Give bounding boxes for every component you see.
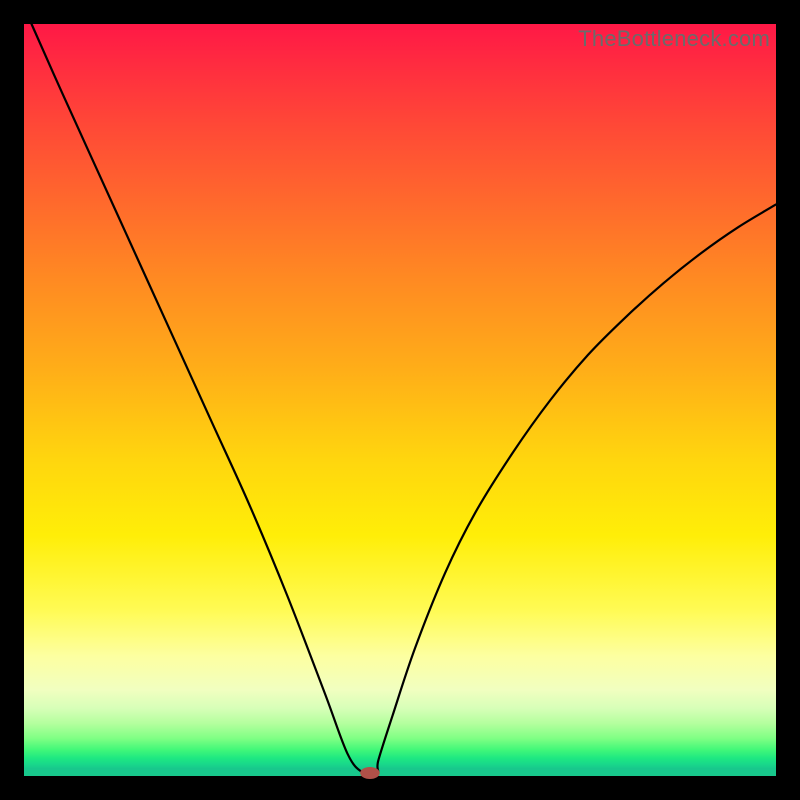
- chart-frame: TheBottleneck.com: [0, 0, 800, 800]
- bottleneck-curve: [24, 24, 776, 776]
- minimum-marker: [360, 767, 380, 779]
- plot-area: TheBottleneck.com: [24, 24, 776, 776]
- curve-path: [32, 24, 776, 775]
